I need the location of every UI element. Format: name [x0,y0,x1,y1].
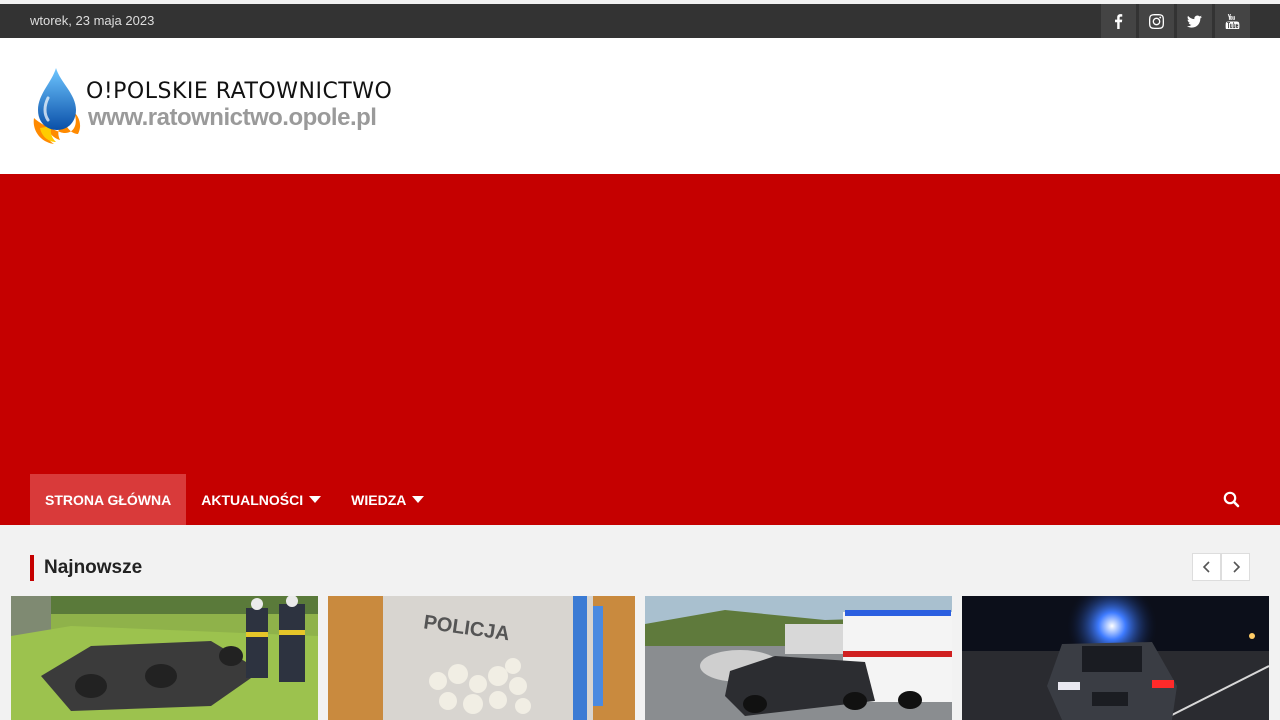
nav-item-label: WIEDZA [351,491,407,508]
section-title: Najnowsze [30,555,142,581]
banner-area [0,174,1280,474]
carousel-prev-button[interactable] [1192,553,1221,581]
site-header: O!POLSKIE RATOWNICTWO www.ratownictwo.op… [0,38,1280,174]
nav-item-news[interactable]: AKTUALNOŚCI [186,474,336,525]
chevron-right-icon [1232,561,1240,573]
news-thumbnail [11,596,318,720]
carousel-next-button[interactable] [1221,553,1250,581]
news-cards: POLICJA [11,596,1269,720]
main-nav: STRONA GŁÓWNA AKTUALNOŚCI WIEDZA [0,474,1280,525]
top-bar: wtorek, 23 maja 2023 [0,4,1280,38]
logo-title: O!POLSKIE RATOWNICTWO [86,79,393,104]
site-logo[interactable]: O!POLSKIE RATOWNICTWO www.ratownictwo.op… [30,68,410,148]
news-card[interactable] [645,596,952,720]
flame-drop-icon [33,68,81,144]
facebook-icon[interactable] [1101,4,1136,38]
chevron-left-icon [1202,561,1210,573]
nav-item-label: AKTUALNOŚCI [201,491,304,508]
latest-section: Najnowsze POLICJA [0,525,1280,720]
social-links [1101,4,1250,38]
news-thumbnail [645,596,952,720]
current-date: wtorek, 23 maja 2023 [30,13,155,28]
twitter-icon[interactable] [1177,4,1212,38]
instagram-icon[interactable] [1139,4,1174,38]
nav-item-knowledge[interactable]: WIEDZA [336,474,439,525]
carousel-controls [1192,553,1250,581]
search-icon[interactable] [1222,490,1242,510]
youtube-icon[interactable] [1215,4,1250,38]
news-card[interactable] [11,596,318,720]
news-card[interactable]: POLICJA [328,596,635,720]
news-thumbnail: POLICJA [328,596,635,720]
logo-url: www.ratownictwo.opole.pl [88,104,377,131]
caret-down-icon [412,496,425,503]
nav-item-home[interactable]: STRONA GŁÓWNA [30,474,187,525]
news-thumbnail [962,596,1269,720]
caret-down-icon [309,496,322,503]
nav-item-label: STRONA GŁÓWNA [45,491,172,508]
nav-menu: STRONA GŁÓWNA AKTUALNOŚCI WIEDZA [30,474,439,525]
news-card[interactable] [962,596,1269,720]
